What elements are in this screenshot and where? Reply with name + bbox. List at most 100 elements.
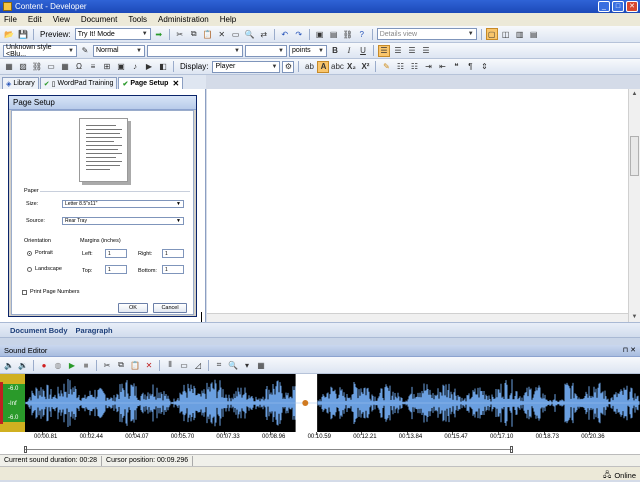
display-settings-icon[interactable]: ⚙ bbox=[282, 60, 295, 73]
edit-style-icon[interactable]: ✎ bbox=[79, 45, 91, 57]
indent-icon[interactable]: ⇥ bbox=[422, 61, 434, 73]
view-mode-select[interactable]: Details view ▼ bbox=[376, 28, 477, 40]
paper-source-select[interactable]: Rear Tray ▼ bbox=[62, 217, 184, 225]
copy-icon[interactable]: ⧉ bbox=[188, 28, 200, 40]
strikethrough-icon[interactable]: abc bbox=[331, 61, 344, 73]
left-margin-input[interactable]: 1 bbox=[105, 249, 127, 258]
seek-start-handle[interactable] bbox=[24, 446, 27, 453]
menu-tools[interactable]: Tools bbox=[128, 15, 147, 24]
sound-icon[interactable]: ♪ bbox=[129, 61, 141, 73]
highlight-icon[interactable]: ✎ bbox=[380, 61, 392, 73]
speaker-icon[interactable]: 🔈 bbox=[3, 359, 15, 371]
align-left-icon[interactable]: ☰ bbox=[378, 44, 390, 57]
landscape-radio[interactable] bbox=[27, 267, 32, 272]
chevron-down-icon[interactable]: ▾ bbox=[241, 359, 253, 371]
tab-wordpad-training[interactable]: ✔ ▯ WordPad Training bbox=[39, 77, 118, 89]
undo-icon[interactable]: ↶ bbox=[279, 28, 291, 40]
save-icon[interactable]: 💾 bbox=[17, 28, 29, 40]
outdent-icon[interactable]: ⇤ bbox=[436, 61, 448, 73]
zoom-icon[interactable]: 🔍 bbox=[227, 359, 239, 371]
grid-icon[interactable]: ▦ bbox=[59, 61, 71, 73]
underline-icon[interactable]: U bbox=[357, 45, 369, 57]
trim-icon[interactable]: ⫴ bbox=[164, 359, 176, 371]
duplicate-icon[interactable]: ▭ bbox=[230, 28, 242, 40]
import-icon[interactable]: ▣ bbox=[314, 28, 326, 40]
font-color-icon[interactable]: A bbox=[317, 60, 330, 73]
align-justify-icon[interactable]: ☰ bbox=[420, 45, 432, 57]
properties-icon[interactable]: ▦ bbox=[255, 359, 267, 371]
media-icon[interactable]: ▣ bbox=[115, 61, 127, 73]
volume-icon[interactable]: ◿ bbox=[192, 359, 204, 371]
editor-area[interactable] bbox=[207, 89, 628, 322]
delete-icon[interactable]: ✕ bbox=[216, 28, 228, 40]
spacing-icon[interactable]: ⇕ bbox=[478, 61, 490, 73]
spellcheck-icon[interactable]: ab bbox=[303, 61, 315, 73]
delete-icon[interactable]: ✕ bbox=[143, 359, 155, 371]
scroll-up-icon[interactable]: ▲ bbox=[629, 89, 640, 99]
paper-size-select[interactable]: Letter 8.5"x11" ▼ bbox=[62, 200, 184, 208]
superscript-icon[interactable]: X² bbox=[359, 61, 371, 73]
menu-administration[interactable]: Administration bbox=[158, 15, 209, 24]
export-icon[interactable]: ▤ bbox=[328, 28, 340, 40]
paragraph-style-select[interactable]: Normal ▼ bbox=[93, 44, 145, 57]
copy-icon[interactable]: ⧉ bbox=[115, 359, 127, 371]
waveform-canvas[interactable] bbox=[25, 374, 640, 432]
crop-icon[interactable]: ⌗ bbox=[213, 359, 225, 371]
bottom-margin-input[interactable]: 1 bbox=[162, 265, 184, 274]
subscript-icon[interactable]: X₂ bbox=[345, 61, 357, 73]
size-unit-select[interactable]: points ▼ bbox=[289, 44, 327, 57]
paste-icon[interactable]: 📋 bbox=[202, 28, 214, 40]
splitter[interactable] bbox=[0, 338, 640, 345]
find-icon[interactable]: 🔍 bbox=[244, 28, 256, 40]
symbol-icon[interactable]: Ω bbox=[73, 61, 85, 73]
tab-page-setup[interactable]: ✔ Page Setup ✕ bbox=[118, 77, 184, 89]
stop-record-icon[interactable]: ◍ bbox=[52, 359, 64, 371]
layout-horizontal-icon[interactable]: ▤ bbox=[528, 28, 540, 40]
menu-view[interactable]: View bbox=[53, 15, 70, 24]
table-icon[interactable]: ▦ bbox=[3, 61, 15, 73]
record-icon[interactable]: ● bbox=[38, 359, 50, 371]
horizontal-scrollbar[interactable] bbox=[207, 313, 628, 322]
close-button[interactable]: ✕ bbox=[626, 1, 638, 12]
align-right-icon[interactable]: ☰ bbox=[406, 45, 418, 57]
path-document-body[interactable]: Document Body bbox=[10, 326, 68, 335]
font-size-select[interactable]: ▼ bbox=[245, 44, 287, 57]
field-icon[interactable]: ⊞ bbox=[101, 61, 113, 73]
seek-end-handle[interactable] bbox=[510, 446, 513, 453]
paste-icon[interactable]: 📋 bbox=[129, 359, 141, 371]
display-select[interactable]: Player ▼ bbox=[212, 60, 281, 73]
style-select[interactable]: Unknown style <Blu... ▼ bbox=[3, 44, 77, 58]
align-center-icon[interactable]: ☰ bbox=[392, 45, 404, 57]
video-icon[interactable]: ▶ bbox=[143, 61, 155, 73]
waveform[interactable]: -6.0 -Inf -6.0 bbox=[0, 374, 640, 432]
tab-library[interactable]: ◈ Library bbox=[2, 77, 39, 89]
minimize-button[interactable]: _ bbox=[598, 1, 610, 12]
stop-icon[interactable]: ■ bbox=[80, 359, 92, 371]
preview-mode-select[interactable]: Try It! Mode ▼ bbox=[74, 28, 151, 40]
hyperlink-icon[interactable]: ⛓ bbox=[31, 61, 43, 73]
close-tab-icon[interactable]: ✕ bbox=[172, 79, 179, 88]
bulleted-list-icon[interactable]: ☷ bbox=[394, 61, 406, 73]
scroll-thumb[interactable] bbox=[630, 136, 639, 176]
paragraph-mark-icon[interactable]: ¶ bbox=[464, 61, 476, 73]
scroll-down-icon[interactable]: ▼ bbox=[629, 312, 640, 322]
numbered-list-icon[interactable]: ☷ bbox=[408, 61, 420, 73]
play-icon[interactable]: ▶ bbox=[66, 359, 78, 371]
frame-icon[interactable]: ▭ bbox=[45, 61, 57, 73]
italic-icon[interactable]: I bbox=[343, 45, 355, 57]
cancel-button[interactable]: Cancel bbox=[153, 303, 187, 313]
link-icon[interactable]: ⛓ bbox=[342, 28, 354, 40]
list-icon[interactable]: ≡ bbox=[87, 61, 99, 73]
print-page-numbers-checkbox[interactable] bbox=[22, 290, 27, 295]
quote-icon[interactable]: ❝ bbox=[450, 61, 462, 73]
layout-vertical-icon[interactable]: ▥ bbox=[514, 28, 526, 40]
play-green-icon[interactable]: ➡ bbox=[153, 28, 165, 40]
vertical-scrollbar[interactable]: ▲ ▼ bbox=[628, 89, 640, 322]
portrait-radio[interactable] bbox=[27, 251, 32, 256]
layout-single-icon[interactable]: ▢ bbox=[485, 28, 498, 40]
layout-split-icon[interactable]: ◫ bbox=[500, 28, 512, 40]
top-margin-input[interactable]: 1 bbox=[105, 265, 127, 274]
speaker-mute-icon[interactable]: 🔉 bbox=[17, 359, 29, 371]
object-icon[interactable]: ◧ bbox=[157, 61, 169, 73]
seek-bar[interactable] bbox=[0, 446, 640, 454]
